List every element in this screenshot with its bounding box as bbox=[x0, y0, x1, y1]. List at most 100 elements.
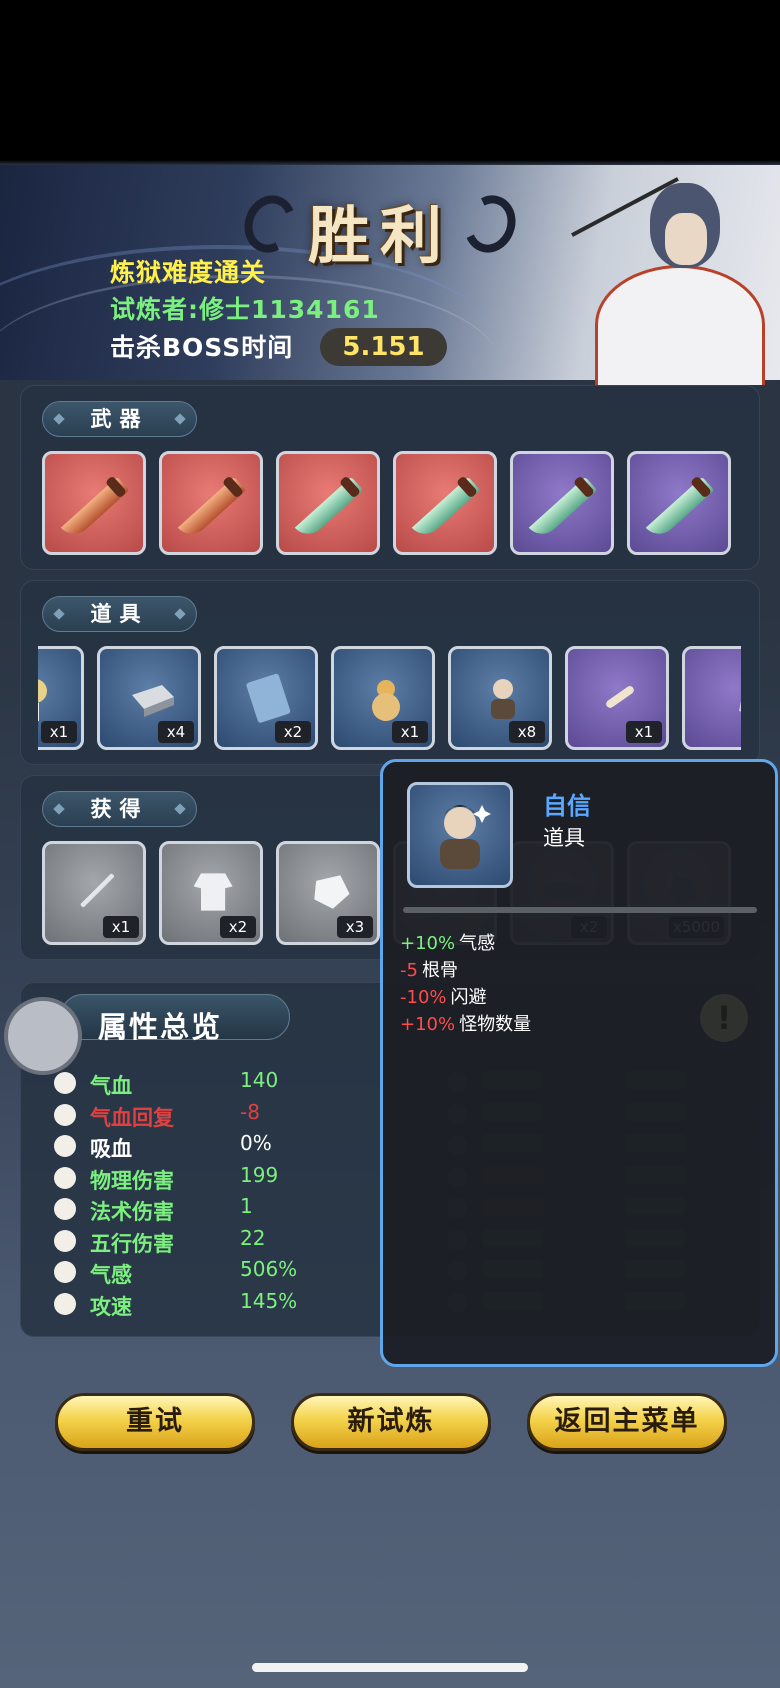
attribute-label: 吸血 bbox=[90, 1137, 132, 1161]
attribute-label: 气血回复 bbox=[90, 1105, 174, 1130]
tooltip-item-type: 道具 bbox=[543, 826, 585, 850]
attributes-badge-icon bbox=[4, 997, 82, 1075]
gourd-icon bbox=[372, 680, 400, 721]
gains-tab-header: 获得 bbox=[42, 791, 197, 827]
broken-heart-icon bbox=[54, 1103, 76, 1126]
weapon-slot[interactable] bbox=[510, 451, 614, 555]
item-tooltip[interactable]: 自信 道具 +10% 气感 -5 根骨 -10% 闪避 +10% 怪物数量 bbox=[380, 759, 778, 1367]
bone-icon bbox=[606, 686, 634, 708]
attribute-value: 506% bbox=[240, 1257, 298, 1281]
game-screen: { "banner": { "victory": "胜利", "difficul… bbox=[0, 0, 780, 1688]
attribute-row: 五行伤害 22 bbox=[20, 1226, 350, 1256]
tooltip-effect-value: +10% bbox=[400, 933, 456, 954]
hero-portrait bbox=[555, 165, 780, 385]
spell-swirl-icon bbox=[54, 1198, 76, 1220]
gain-slot[interactable]: x1 bbox=[42, 841, 146, 945]
attribute-value: 199 bbox=[240, 1162, 279, 1187]
weapon-slot[interactable] bbox=[276, 451, 380, 555]
attribute-label: 气血 bbox=[90, 1074, 132, 1098]
attribute-value: 22 bbox=[240, 1225, 266, 1250]
weapon-slot[interactable] bbox=[627, 451, 731, 555]
tooltip-effect-value: -5 bbox=[400, 960, 418, 981]
victory-title: 胜利 bbox=[236, 185, 524, 272]
items-scroll-list[interactable]: x1 x4 x2 x1 x8 x1 bbox=[38, 646, 741, 754]
hero-face bbox=[665, 213, 707, 265]
physical-damage-icon bbox=[54, 1166, 76, 1189]
qi-sense-icon bbox=[54, 1261, 76, 1283]
amulet-icon bbox=[38, 679, 47, 721]
main-menu-button[interactable]: 返回主菜单 bbox=[527, 1393, 727, 1451]
attribute-value: 145% bbox=[240, 1288, 298, 1313]
attribute-label: 五行伤害 bbox=[90, 1231, 174, 1256]
gain-slot[interactable]: x2 bbox=[159, 841, 263, 945]
cloud-ornament-icon bbox=[236, 188, 304, 260]
attribute-label: 物理伤害 bbox=[90, 1168, 174, 1193]
boss-time-value: 5.151 bbox=[320, 328, 447, 366]
attribute-row: 气感 506% bbox=[20, 1257, 350, 1287]
item-slot[interactable]: x1 bbox=[331, 646, 435, 750]
item-slot[interactable]: x2 bbox=[214, 646, 318, 750]
item-slot[interactable]: x8 bbox=[448, 646, 552, 750]
attack-speed-icon bbox=[54, 1292, 76, 1315]
attribute-row: 物理伤害 199 bbox=[20, 1163, 350, 1193]
attribute-value: -8 bbox=[240, 1099, 260, 1124]
five-elements-icon bbox=[54, 1229, 76, 1252]
stone-block-icon bbox=[132, 685, 174, 717]
attribute-label: 法术伤害 bbox=[90, 1200, 174, 1224]
item-count: x1 bbox=[103, 916, 139, 938]
tooltip-divider bbox=[403, 907, 757, 913]
weapons-panel: 武器 bbox=[20, 385, 760, 570]
weapon-slot[interactable] bbox=[393, 451, 497, 555]
item-slot[interactable]: x1 bbox=[565, 646, 669, 750]
tooltip-effect-label: 闪避 bbox=[450, 987, 487, 1008]
weapon-slot[interactable] bbox=[159, 451, 263, 555]
item-slot[interactable]: x1 bbox=[38, 646, 84, 750]
tooltip-effect-value: +10% bbox=[400, 1014, 456, 1035]
weapon-slot[interactable] bbox=[42, 451, 146, 555]
item-count: x8 bbox=[509, 721, 545, 743]
attribute-row: 法术伤害 1 bbox=[20, 1194, 350, 1224]
victory-text: 胜利 bbox=[307, 199, 452, 272]
attribute-label: 气感 bbox=[90, 1263, 132, 1287]
item-count: x1 bbox=[392, 721, 428, 743]
book-icon bbox=[246, 673, 291, 723]
item-slot[interactable]: x4 bbox=[97, 646, 201, 750]
heart-icon bbox=[54, 1072, 76, 1094]
items-tab-header: 道具 bbox=[42, 596, 197, 632]
attribute-row: 攻速 145% bbox=[20, 1289, 350, 1319]
item-count: x2 bbox=[220, 916, 256, 938]
cloud-ornament-icon bbox=[456, 188, 524, 260]
boss-time-label: 击杀BOSS时间 bbox=[110, 333, 294, 362]
attributes-title: 属性总览 bbox=[98, 1010, 223, 1044]
tooltip-effect-label: 气感 bbox=[459, 933, 496, 954]
tooltip-effect-line: -10% 闪避 bbox=[400, 983, 487, 1009]
item-count: x1 bbox=[626, 721, 662, 743]
attribute-row: 气血 140 bbox=[20, 1068, 350, 1098]
robe-icon bbox=[193, 873, 233, 911]
attribute-value: 0% bbox=[240, 1131, 272, 1155]
gain-slot[interactable]: x3 bbox=[276, 841, 380, 945]
ore-icon bbox=[314, 875, 350, 909]
confident-cultivator-icon bbox=[407, 782, 513, 888]
confident-cultivator-icon bbox=[491, 679, 515, 719]
attribute-value: 1 bbox=[240, 1194, 253, 1218]
hero-robe bbox=[595, 265, 765, 385]
retry-button[interactable]: 重试 bbox=[55, 1393, 255, 1451]
items-panel: 道具 x1 x4 x2 x1 x8 x1 bbox=[20, 580, 760, 765]
item-count: x2 bbox=[275, 721, 311, 743]
new-trial-button[interactable]: 新试炼 bbox=[291, 1393, 491, 1451]
attribute-row: 吸血 0% bbox=[20, 1131, 350, 1161]
attribute-row: 气血回复 -8 bbox=[20, 1100, 350, 1130]
item-slot[interactable] bbox=[682, 646, 741, 750]
attribute-value: 140 bbox=[240, 1068, 279, 1092]
sword-icon bbox=[80, 873, 114, 908]
home-indicator[interactable] bbox=[252, 1663, 528, 1672]
attribute-label: 攻速 bbox=[90, 1294, 132, 1319]
tooltip-effect-line: -5 根骨 bbox=[400, 956, 458, 982]
tooltip-effect-line: +10% 气感 bbox=[400, 929, 495, 955]
tooltip-effect-line: +10% 怪物数量 bbox=[400, 1010, 531, 1036]
tooltip-effect-value: -10% bbox=[400, 987, 447, 1008]
tooltip-effect-label: 怪物数量 bbox=[459, 1014, 532, 1035]
alert-icon[interactable]: ! bbox=[700, 994, 748, 1042]
challenger-text: 试炼者:修士1134161 bbox=[110, 295, 380, 324]
